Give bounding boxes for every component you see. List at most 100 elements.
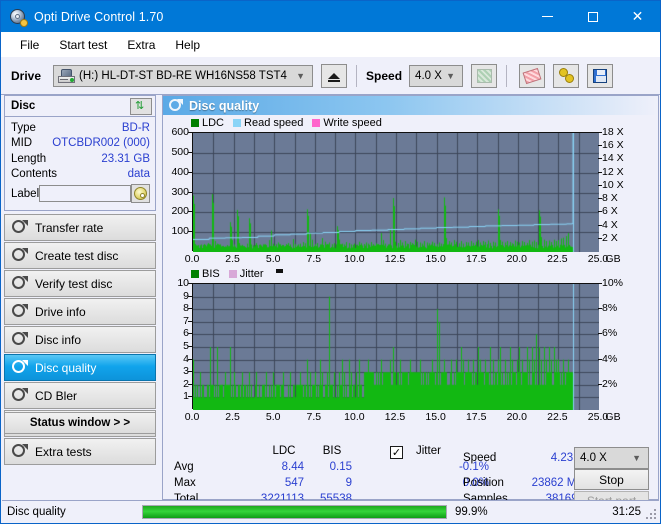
maximize-button[interactable] (570, 1, 615, 32)
disc-row-contents: Contents data (11, 167, 150, 183)
minimize-button[interactable] (525, 1, 570, 32)
menu-item-help[interactable]: Help (165, 35, 210, 55)
disc-info-panel: Disc ⇅ Type BD-R MID OTCBDR002 (000) Len… (4, 95, 156, 211)
axis-tick-label: 14 X (602, 152, 624, 165)
status-window-button[interactable]: Status window > > (4, 412, 156, 434)
close-button[interactable]: ✕ (615, 1, 660, 32)
stop-button[interactable]: Stop (574, 469, 649, 490)
axis-tick (188, 396, 192, 398)
disc-label-key: Label (11, 187, 40, 200)
chart-legend-bottom: BIS Jitter (191, 268, 283, 280)
eject-button[interactable] (321, 63, 348, 88)
close-icon: ✕ (631, 8, 644, 25)
sidebar-item-label: CD Bler (35, 388, 78, 403)
disc-refresh-button[interactable]: ⇅ (130, 97, 152, 115)
axis-tick (598, 333, 602, 335)
title-bar: Opti Drive Control 1.70 ✕ (1, 1, 660, 32)
axis-tick-label: 600 (171, 126, 189, 138)
chart-bis-jitter[interactable] (192, 283, 599, 410)
sidebar-item-transfer-rate[interactable]: Transfer rate (4, 214, 156, 241)
elapsed-time: 31:25 (612, 505, 641, 518)
stats-panel: LDC BIS Avg Max Total 8.44 547 3221113 0… (164, 445, 659, 510)
disc-row-key: Length (11, 152, 47, 165)
disc-panel-header: Disc ⇅ (5, 96, 155, 117)
sidebar-item-cd-bler[interactable]: CD Bler (4, 382, 156, 409)
gears-icon (558, 68, 574, 83)
sidebar-item-create-test-disc[interactable]: Create test disc (4, 242, 156, 269)
disc-row-value: 23.31 GB (101, 152, 150, 165)
refresh-arrows-icon: ⇅ (135, 99, 145, 112)
legend-label: Jitter (239, 268, 264, 280)
refresh-button[interactable] (471, 63, 498, 88)
settings-button[interactable] (553, 63, 580, 88)
axis-tick-label: 20.0 (506, 253, 528, 265)
drive-icon (58, 68, 76, 83)
resize-grip-icon[interactable] (646, 509, 656, 519)
axis-tick-label: 17.5 (465, 411, 487, 423)
axis-tick (188, 333, 192, 335)
legend-label: Read speed (244, 117, 304, 129)
disc-label-button[interactable] (131, 184, 150, 203)
disc-label-input[interactable] (39, 185, 132, 202)
axis-tick-label: 0.0 (184, 253, 200, 265)
axis-tick (598, 171, 602, 173)
erase-button[interactable] (519, 63, 546, 88)
menu-item-start-test[interactable]: Start test (49, 35, 117, 55)
axis-tick (598, 358, 602, 360)
maximize-icon (587, 11, 598, 22)
chart-canvas (193, 133, 599, 252)
axis-tick (598, 132, 602, 133)
toolbar-divider-2 (506, 64, 508, 87)
stats-header-ldc: LDC (272, 445, 296, 457)
axis-tick (188, 320, 192, 322)
save-button[interactable] (587, 63, 614, 88)
axis-tick-label: 8 X (602, 192, 618, 205)
sidebar-item-drive-info[interactable]: Drive info (4, 298, 156, 325)
drive-select[interactable]: (H:) HL-DT-ST BD-RE WH16NS58 TST4 ▼ (53, 64, 314, 87)
legend-item-bis: BIS (191, 268, 220, 280)
axis-tick (188, 383, 192, 385)
axis-tick-label: 2% (602, 377, 618, 390)
sidebar-item-disc-quality[interactable]: Disc quality (4, 354, 156, 381)
axis-tick-label: 300 (171, 185, 189, 198)
stats-header-bis: BIS (322, 445, 342, 457)
disc-quality-icon (169, 99, 183, 112)
axis-tick-label: 6% (602, 327, 618, 340)
axis-tick (188, 283, 192, 284)
axis-tick (598, 211, 602, 213)
axis-tick-label: 10.0 (344, 411, 365, 423)
menu-item-extra[interactable]: Extra (117, 35, 165, 55)
sidebar-item-disc-info[interactable]: Disc info (4, 326, 156, 353)
page-title: Disc quality (189, 98, 260, 113)
sidebar-item-extra-tests[interactable]: Extra tests (4, 438, 156, 465)
axis-tick-label: 12 X (602, 165, 624, 178)
axis-tick-label: 20.0 (506, 411, 528, 423)
app-window: Opti Drive Control 1.70 ✕ File Start tes… (0, 0, 661, 524)
axis-tick (188, 231, 192, 233)
axis-tick-label: 18 X (602, 126, 624, 138)
axis-tick (598, 237, 602, 239)
sidebar-item-label: Drive info (35, 304, 86, 319)
sidebar-item-verify-test-disc[interactable]: Verify test disc (4, 270, 156, 297)
chart-ldc-readspeed[interactable] (192, 132, 599, 252)
axis-tick-label: 12.5 (384, 411, 406, 423)
axis-unit-label: GB (605, 253, 621, 265)
speed-label: Speed (366, 68, 403, 83)
menu-item-file[interactable]: File (10, 35, 49, 55)
test-speed-select[interactable]: 4.0 X ▼ (574, 447, 649, 469)
jitter-checkbox[interactable]: ✓ (390, 446, 403, 459)
sidebar-item-label: Verify test disc (35, 276, 113, 291)
axis-tick-label: 0.0 (184, 411, 200, 423)
progress-percent: 99.9% (455, 505, 488, 518)
axis-tick-label: 100 (171, 225, 189, 238)
axis-tick (188, 346, 192, 347)
speed-select-value: 4.0 X (415, 69, 442, 82)
chevron-down-icon: ▼ (446, 70, 456, 81)
axis-tick-label: 2 X (602, 231, 618, 244)
speed-select[interactable]: 4.0 X ▼ (409, 64, 464, 87)
disc-test-icon (12, 388, 28, 403)
disc-row-key: MID (11, 137, 33, 150)
disc-row-key: Contents (11, 168, 58, 181)
eraser-icon (522, 67, 542, 84)
axis-tick (188, 132, 192, 133)
